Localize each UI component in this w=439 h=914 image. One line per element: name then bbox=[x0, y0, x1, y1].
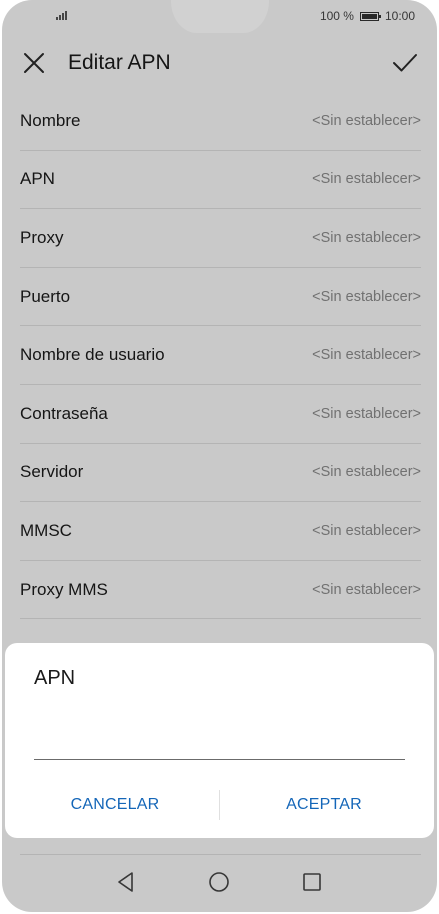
dialog-title: APN bbox=[34, 667, 76, 689]
button-separator bbox=[219, 790, 220, 820]
apn-text-field[interactable] bbox=[34, 728, 405, 760]
cancel-button[interactable]: CANCELAR bbox=[25, 785, 205, 825]
apn-input-dialog: APN CANCELAR ACEPTAR bbox=[5, 643, 434, 838]
accept-button[interactable]: ACEPTAR bbox=[234, 785, 414, 825]
